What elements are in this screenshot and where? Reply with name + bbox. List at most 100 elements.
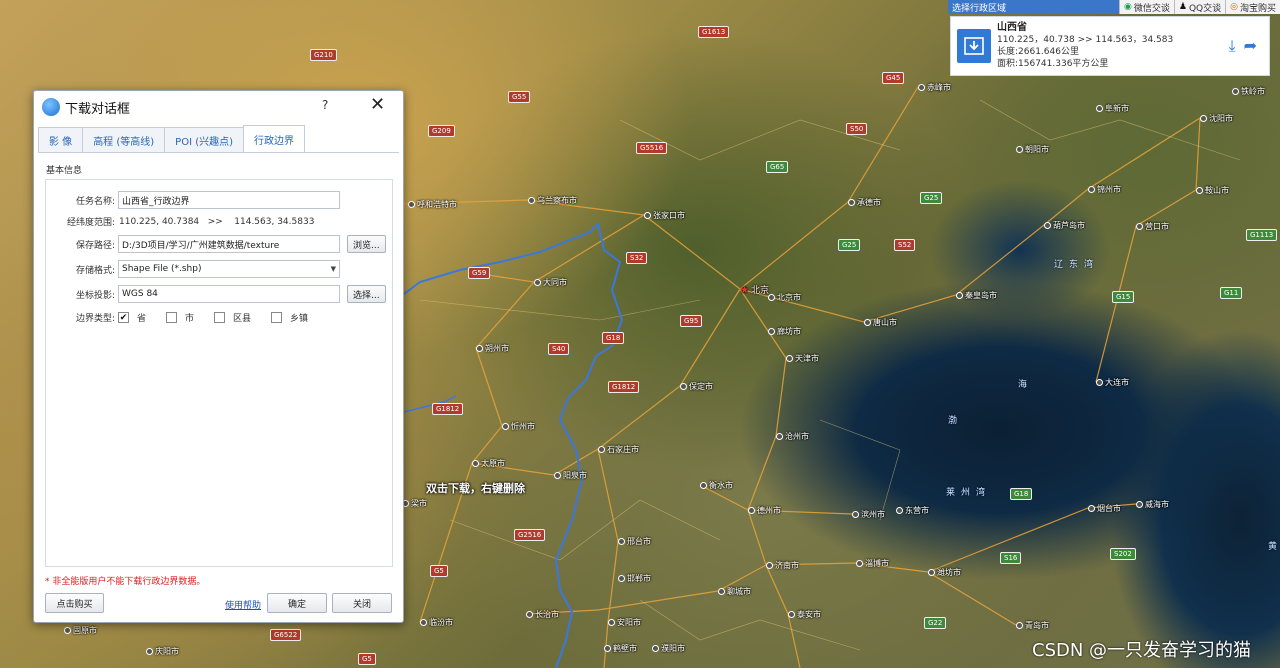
tab-elevation[interactable]: 高程 (等高线)	[82, 127, 166, 153]
road-shield: G11	[1220, 287, 1243, 299]
region-area: 面积:156741.336平方公里	[997, 59, 1109, 69]
checkbox-town-box[interactable]	[271, 312, 283, 323]
city-label: 临汾市	[420, 617, 453, 628]
road-shield: S202	[1110, 548, 1136, 560]
wechat-chat-button[interactable]: ◉ 微信交谈	[1119, 0, 1174, 14]
projection-input[interactable]: WGS 84	[118, 285, 340, 303]
city-label: 大连市	[1096, 377, 1129, 388]
road-shield: G18	[602, 332, 625, 344]
checkbox-county[interactable]: 区县	[214, 311, 251, 324]
road-shield: G55	[508, 91, 531, 103]
city-label: 朔州市	[476, 343, 509, 354]
city-label: 保定市	[680, 381, 713, 392]
contact-buttons: ◉ 微信交谈 ♟ QQ交谈 ◎ 淘宝购买	[1119, 0, 1280, 14]
wechat-icon: ◉	[1124, 2, 1132, 12]
qq-icon: ♟	[1178, 2, 1187, 12]
checkbox-town[interactable]: 乡镇	[271, 311, 308, 324]
permission-note: * 非全能版用户不能下载行政边界数据。	[45, 577, 206, 587]
city-label: 淄博市	[856, 558, 889, 569]
sea-label: 渤	[948, 416, 964, 426]
road-shield: G59	[468, 267, 491, 279]
sea-label: 莱州湾	[946, 488, 992, 498]
taobao-buy-button[interactable]: ◎ 淘宝购买	[1225, 0, 1280, 14]
city-label: 德州市	[748, 505, 781, 516]
buy-button[interactable]: 点击购买	[45, 593, 104, 613]
road-shield: G1812	[432, 403, 464, 415]
tab-admin-boundary[interactable]: 行政边界	[243, 125, 306, 153]
checkbox-province[interactable]: ✔ 省	[118, 311, 146, 324]
road-shield: G5	[358, 653, 376, 665]
app-logo-icon	[42, 98, 60, 116]
road-network	[399, 86, 1201, 668]
city-label: 沧州市	[776, 431, 809, 442]
capital-label: 北京	[740, 283, 769, 296]
city-label: 东营市	[896, 505, 929, 516]
city-label: 乌兰察布市	[528, 195, 577, 206]
select-region-link[interactable]: 选择行政区域	[952, 1, 1006, 14]
city-label: 大同市	[534, 277, 567, 288]
city-label: 聊城市	[718, 586, 751, 597]
city-label: 张家口市	[644, 210, 685, 221]
share-icon[interactable]: ➦	[1244, 36, 1257, 56]
format-select[interactable]: Shape File (*.shp) ▼	[118, 260, 340, 278]
save-path-input[interactable]: D:/3D项目/学习/广州建筑数据/texture	[118, 235, 340, 253]
select-projection-button[interactable]: 选择...	[347, 285, 386, 303]
projection-label: 坐标投影:	[75, 290, 115, 301]
help-icon[interactable]: ?	[322, 98, 328, 112]
close-icon[interactable]: ✕	[370, 94, 385, 115]
browse-button[interactable]: 浏览...	[347, 235, 386, 253]
city-label: 潍坊市	[928, 567, 961, 578]
road-shield: G25	[838, 239, 861, 251]
region-name: 山西省	[997, 22, 1027, 33]
format-selected: Shape File (*.shp)	[122, 264, 202, 274]
road-shield: G5516	[636, 142, 668, 154]
checkbox-province-box[interactable]: ✔	[118, 312, 129, 323]
road-shield: G45	[882, 72, 905, 84]
city-label: 邢台市	[618, 536, 651, 547]
city-label: 安阳市	[608, 617, 641, 628]
dialog-titlebar[interactable]: 下载对话框 ? ✕	[34, 91, 403, 123]
city-label: 泰安市	[788, 609, 821, 620]
road-shield: S50	[846, 123, 868, 135]
qq-chat-button[interactable]: ♟ QQ交谈	[1173, 0, 1226, 14]
road-shield: G1113	[1246, 229, 1278, 241]
boundary-type-label: 边界类型:	[75, 314, 115, 324]
city-label: 长治市	[526, 609, 559, 620]
tab-poi[interactable]: POI (兴趣点)	[164, 127, 245, 153]
range-label: 经纬度范围:	[66, 218, 115, 228]
range-row: 经纬度范围: 110.225, 40.7384 >> 114.563, 34.5…	[46, 215, 315, 229]
checkbox-city[interactable]: 市	[166, 311, 194, 324]
region-info-panel: 山西省 110.225，40.738 >> 114.563，34.583 长度:…	[950, 16, 1270, 76]
download-icon[interactable]: ⤓	[1229, 36, 1236, 56]
ok-button[interactable]: 确定	[267, 593, 327, 613]
city-label: 鹤壁市	[604, 643, 637, 654]
city-label: 濮阳市	[652, 643, 685, 654]
road-shield: G22	[924, 617, 947, 629]
city-label: 北京市	[768, 292, 801, 303]
task-name-input[interactable]: 山西省_行政边界	[118, 191, 340, 209]
close-button[interactable]: 关闭	[332, 593, 392, 613]
tab-imagery[interactable]: 影 像	[38, 127, 84, 153]
city-label: 忻州市	[502, 421, 535, 432]
province-boundary	[403, 222, 624, 668]
tabs-divider	[38, 152, 399, 153]
dialog-tabs: 影 像 高程 (等高线) POI (兴趣点) 行政边界	[38, 125, 306, 153]
checkbox-county-box[interactable]	[214, 312, 226, 323]
sea-label: 黄	[1268, 542, 1280, 552]
download-dialog: 下载对话框 ? ✕ 影 像 高程 (等高线) POI (兴趣点) 行政边界 基本…	[33, 90, 404, 623]
top-toolbar: 选择行政区域 ◉ 微信交谈 ♟ QQ交谈 ◎ 淘宝购买	[948, 0, 1280, 14]
road-shield: S32	[626, 252, 648, 264]
help-link[interactable]: 使用帮助	[225, 598, 261, 611]
city-label: 阜新市	[1096, 103, 1129, 114]
region-download-icon[interactable]	[957, 29, 991, 63]
city-label: 太原市	[472, 458, 505, 469]
road-shield: G95	[680, 315, 703, 327]
city-label: 滨州市	[852, 509, 885, 520]
range-value: 110.225, 40.7384 >> 114.563, 34.5833	[119, 216, 315, 227]
minor-roads	[419, 99, 1241, 651]
checkbox-city-box[interactable]	[166, 312, 178, 323]
boundary-type-row: 边界类型: ✔ 省 市 区县 乡镇	[46, 311, 328, 324]
region-length: 长度:2661.646公里	[997, 47, 1079, 57]
road-shield: G2516	[514, 529, 546, 541]
road-shield: G18	[1010, 488, 1033, 500]
